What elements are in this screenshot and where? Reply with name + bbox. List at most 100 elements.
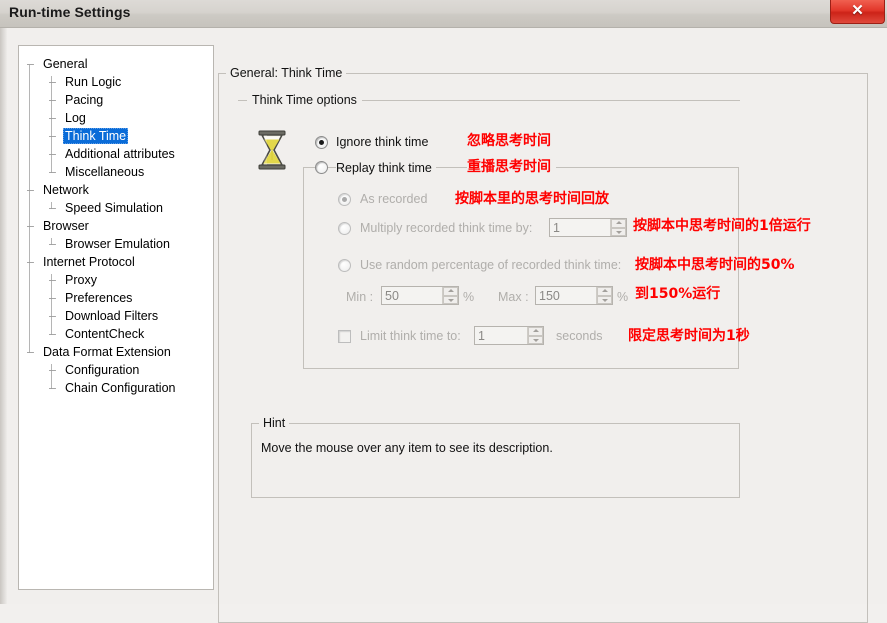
hint-text: Move the mouse over any item to see its … xyxy=(261,441,553,455)
multiply-factor-arrows[interactable] xyxy=(610,219,626,236)
tree-item-browser[interactable]: Browser xyxy=(41,218,91,235)
random-percentage-note-line1: 按脚本中思考时间的50% xyxy=(635,257,795,273)
min-label: Min : xyxy=(346,290,374,304)
max-percentage-value[interactable]: 150 xyxy=(536,287,596,304)
window-left-edge xyxy=(0,28,7,604)
dialog-body: – General – Run Logic – Pacing – Log – Think Time… xyxy=(0,28,887,623)
tree-item-browser-emulation[interactable]: Browser Emulation xyxy=(63,236,172,253)
tree-item-label: Log xyxy=(65,111,86,125)
tree-item-label: Run Logic xyxy=(65,75,122,89)
tree-item-label: Additional attributes xyxy=(65,147,175,161)
close-button[interactable]: ✕ xyxy=(830,0,885,24)
min-percentage-up-icon[interactable] xyxy=(443,287,458,296)
tree-item-label: Chain Configuration xyxy=(65,381,176,395)
max-label: Max : xyxy=(498,290,529,304)
tree-item-log[interactable]: Log xyxy=(63,110,88,127)
title-bar: Run-time Settings ✕ xyxy=(0,0,887,28)
tree-connector-icon: – xyxy=(27,183,34,197)
window-title: Run-time Settings xyxy=(9,4,131,20)
settings-tree[interactable]: – General – Run Logic – Pacing – Log – Think Time… xyxy=(19,46,213,589)
as-recorded-radio[interactable] xyxy=(338,193,351,206)
replay-think-time-radio[interactable] xyxy=(315,161,328,174)
tree-item-label: Data Format Extension xyxy=(43,345,171,359)
tree-item-internet-protocol[interactable]: Internet Protocol xyxy=(41,254,137,271)
tree-item-label: Miscellaneous xyxy=(65,165,145,179)
tree-connector-icon: – xyxy=(49,327,56,341)
tree-item-label: General xyxy=(43,57,88,71)
tree-connector-icon: – xyxy=(49,309,56,323)
tree-item-label: Browser xyxy=(43,219,89,233)
tree-item-label: ContentCheck xyxy=(65,327,145,341)
tree-item-general[interactable]: General xyxy=(41,56,89,73)
limit-seconds-arrows[interactable] xyxy=(527,327,543,344)
tree-item-label: Proxy xyxy=(65,273,97,287)
limit-seconds-value[interactable]: 1 xyxy=(475,327,527,344)
think-time-options-title: Think Time options xyxy=(247,93,362,107)
tree-item-configuration[interactable]: Configuration xyxy=(63,362,141,379)
settings-tree-panel[interactable]: – General – Run Logic – Pacing – Log – Think Time… xyxy=(18,45,214,590)
max-percentage-down-icon[interactable] xyxy=(597,295,612,304)
ignore-think-time-label: Ignore think time xyxy=(336,135,429,149)
limit-think-time-checkbox[interactable] xyxy=(338,330,351,343)
tree-item-pacing[interactable]: Pacing xyxy=(63,92,105,109)
tree-item-label: Pacing xyxy=(65,93,104,107)
tree-connector-icon: – xyxy=(49,201,56,215)
tree-item-contentcheck[interactable]: ContentCheck xyxy=(63,326,146,343)
tree-item-preferences[interactable]: Preferences xyxy=(63,290,134,307)
min-percentage-value[interactable]: 50 xyxy=(382,287,442,304)
tree-item-label: Download Filters xyxy=(65,309,159,323)
tree-connector-icon: – xyxy=(27,57,34,71)
multiply-factor-value[interactable]: 1 xyxy=(550,219,610,236)
tree-item-data-format-extension[interactable]: Data Format Extension xyxy=(41,344,173,361)
tree-connector-icon: – xyxy=(27,219,34,233)
tree-item-label: Network xyxy=(43,183,89,197)
tree-item-speed-simulation[interactable]: Speed Simulation xyxy=(63,200,165,217)
tree-connector-icon: – xyxy=(49,381,56,395)
tree-item-label: Preferences xyxy=(65,291,133,305)
multiply-factor-spinner[interactable]: 1 xyxy=(549,218,627,237)
tree-connector-icon: – xyxy=(49,363,56,377)
multiply-think-time-radio[interactable] xyxy=(338,222,351,235)
tree-item-run-logic[interactable]: Run Logic xyxy=(63,74,123,91)
tree-item-miscellaneous[interactable]: Miscellaneous xyxy=(63,164,146,181)
tree-connector-icon: – xyxy=(27,255,34,269)
tree-item-chain-configuration[interactable]: Chain Configuration xyxy=(63,380,178,397)
as-recorded-label: As recorded xyxy=(360,192,428,206)
min-percentage-down-icon[interactable] xyxy=(443,295,458,304)
limit-seconds-spinner[interactable]: 1 xyxy=(474,326,544,345)
limit-think-time-note: 限定思考时间为1秒 xyxy=(628,328,750,344)
tree-connector-icon: – xyxy=(49,165,56,179)
tree-item-label: Internet Protocol xyxy=(43,255,135,269)
multiply-think-time-label: Multiply recorded think time by: xyxy=(360,221,533,235)
min-percentage-spinner[interactable]: 50 xyxy=(381,286,459,305)
max-percentage-up-icon[interactable] xyxy=(597,287,612,296)
multiply-factor-down-icon[interactable] xyxy=(611,227,626,236)
random-percentage-note-line2: 到150%运行 xyxy=(635,286,721,302)
limit-think-time-label: Limit think time to: xyxy=(360,329,461,343)
tree-connector-icon: – xyxy=(49,111,56,125)
tree-item-label: Configuration xyxy=(65,363,140,377)
random-percentage-radio[interactable] xyxy=(338,259,351,272)
max-percentage-arrows[interactable] xyxy=(596,287,612,304)
tree-connector-icon: – xyxy=(49,93,56,107)
limit-seconds-down-icon[interactable] xyxy=(528,335,543,344)
tree-item-network[interactable]: Network xyxy=(41,182,91,199)
random-percentage-label: Use random percentage of recorded think … xyxy=(360,258,622,272)
tree-connector-icon: – xyxy=(49,291,56,305)
max-percentage-spinner[interactable]: 150 xyxy=(535,286,613,305)
ignore-think-time-radio[interactable] xyxy=(315,136,328,149)
replay-think-time-note: 重播思考时间 xyxy=(467,159,556,176)
general-think-time-title: General: Think Time xyxy=(226,66,347,80)
replay-think-time-label: Replay think time xyxy=(336,161,436,176)
as-recorded-note: 按脚本里的思考时间回放 xyxy=(455,191,609,207)
close-icon: ✕ xyxy=(851,2,864,19)
tree-item-label: Browser Emulation xyxy=(65,237,170,251)
min-percentage-arrows[interactable] xyxy=(442,287,458,304)
tree-connector-icon: – xyxy=(49,129,56,143)
tree-item-additional-attributes[interactable]: Additional attributes xyxy=(63,146,177,163)
multiply-factor-up-icon[interactable] xyxy=(611,219,626,228)
tree-item-think-time[interactable]: Think Time xyxy=(63,128,129,145)
tree-item-download-filters[interactable]: Download Filters xyxy=(63,308,160,325)
limit-seconds-up-icon[interactable] xyxy=(528,327,543,336)
tree-item-proxy[interactable]: Proxy xyxy=(63,272,99,289)
